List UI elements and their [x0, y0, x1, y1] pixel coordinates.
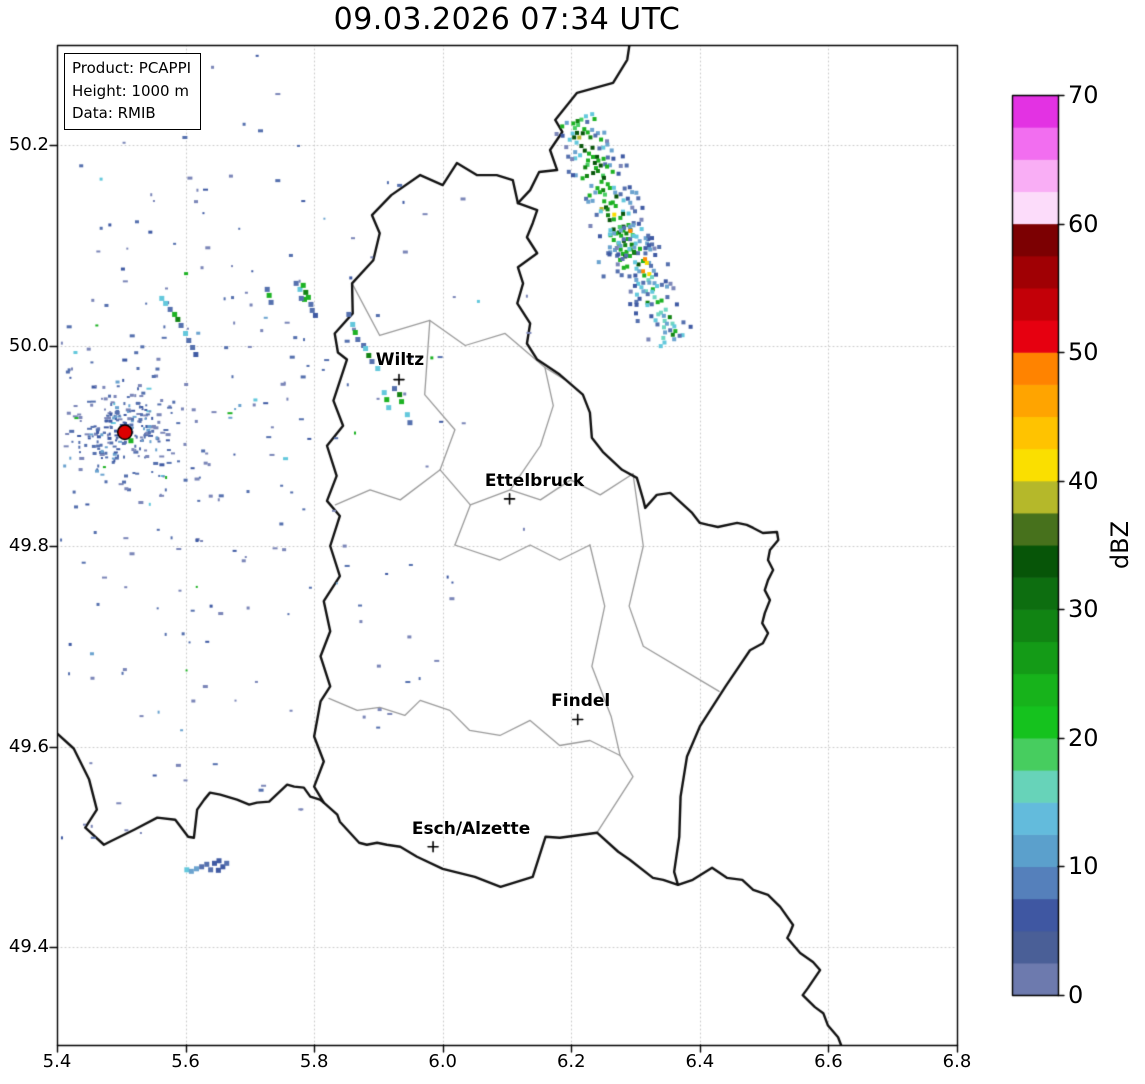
radar-map-canvas: [0, 0, 1145, 1084]
